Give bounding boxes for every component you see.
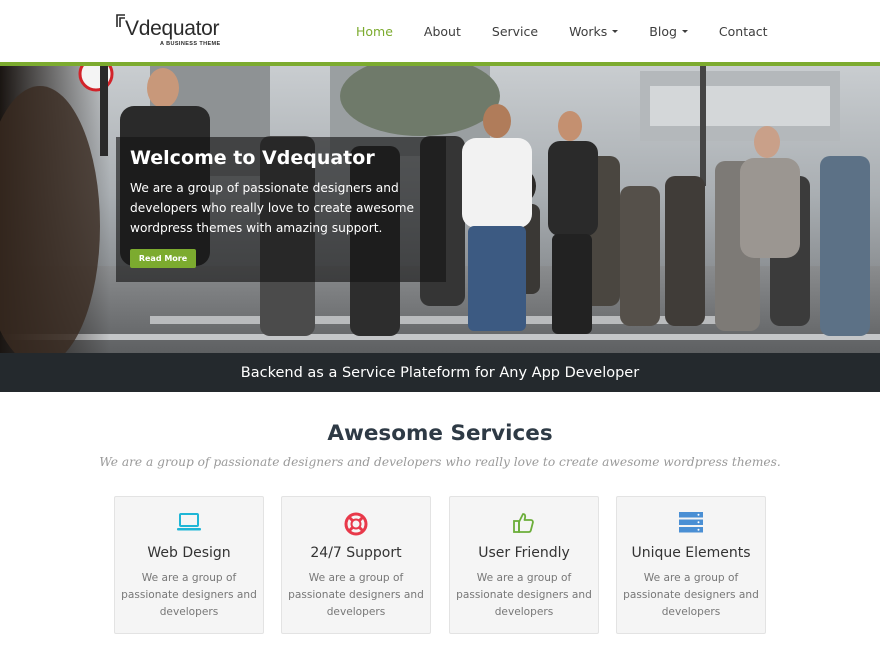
service-card-text: We are a group of passionate designers a…	[456, 572, 592, 618]
nav-home[interactable]: Home	[356, 24, 393, 39]
nav-contact-label: Contact	[718, 23, 768, 39]
nav-blog-label: Blog	[649, 23, 677, 39]
laptop-icon	[115, 511, 263, 535]
site-header: Vdequator A BUSINESS THEME Home About Se…	[0, 0, 880, 62]
tagline-text: Backend as a Service Plateform for Any A…	[240, 364, 640, 381]
chevron-down-icon	[612, 29, 619, 33]
services-heading: Awesome Services	[0, 421, 880, 446]
server-icon	[617, 511, 765, 535]
nav-service-label: Service	[491, 23, 539, 39]
logo-tagline: A BUSINESS THEME	[160, 41, 221, 47]
nav-works[interactable]: Works	[569, 23, 619, 39]
chevron-down-icon	[681, 29, 688, 33]
service-card-support[interactable]: 24/7 Support We are a group of passionat…	[281, 496, 431, 634]
nav-contact[interactable]: Contact	[719, 24, 768, 39]
services-heading-rest: Services	[442, 421, 553, 446]
service-card-title: User Friendly	[478, 545, 570, 561]
site-logo[interactable]: Vdequator A BUSINESS THEME	[116, 14, 226, 50]
service-card-title: Unique Elements	[631, 545, 751, 561]
service-card-text: We are a group of passionate designers a…	[623, 572, 759, 618]
nav-about[interactable]: About	[424, 24, 461, 39]
hero-description: We are a group of passionate designers a…	[130, 181, 415, 235]
thumbs-up-icon	[450, 511, 598, 535]
nav-about-label: About	[423, 23, 461, 39]
tagline-bar: Backend as a Service Plateform for Any A…	[0, 353, 880, 392]
hero-title: Welcome to Vdequator	[130, 147, 375, 169]
services-heading-bold: Awesome	[327, 421, 443, 446]
read-more-button[interactable]: Read More	[130, 249, 196, 268]
services-subtitle: We are a group of passionate designers a…	[99, 455, 781, 469]
service-card-title: 24/7 Support	[310, 545, 402, 561]
service-card-text: We are a group of passionate designers a…	[288, 572, 424, 618]
main-nav: Home About Service Works Blog Contact	[356, 0, 768, 62]
service-card-title: Web Design	[147, 545, 231, 561]
nav-works-label: Works	[569, 23, 608, 39]
service-card-text: We are a group of passionate designers a…	[121, 572, 257, 618]
hero-banner: Welcome to Vdequator We are a group of p…	[0, 66, 880, 353]
nav-blog[interactable]: Blog	[649, 24, 688, 39]
nav-service[interactable]: Service	[492, 24, 538, 39]
service-card-user-friendly[interactable]: User Friendly We are a group of passiona…	[449, 496, 599, 634]
hero-caption-box: Welcome to Vdequator We are a group of p…	[116, 137, 446, 282]
lifebuoy-icon	[282, 511, 430, 536]
service-card-unique-elements[interactable]: Unique Elements We are a group of passio…	[616, 496, 766, 634]
service-card-web-design[interactable]: Web Design We are a group of passionate …	[114, 496, 264, 634]
logo-text: Vdequator	[125, 17, 220, 40]
nav-home-label: Home	[356, 23, 393, 39]
